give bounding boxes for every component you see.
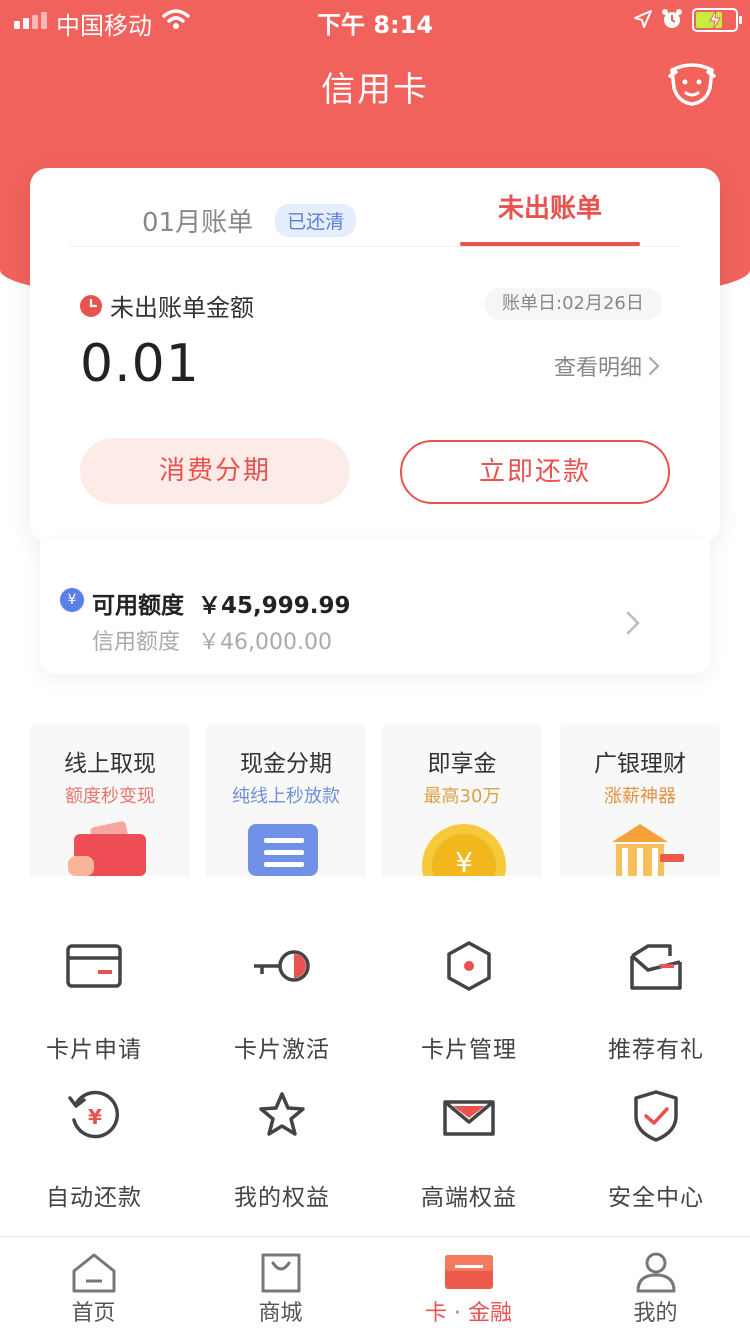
card-icon [66, 944, 122, 988]
chevron-right-icon [626, 611, 640, 635]
service-my-benefits[interactable]: 我的权益 [188, 1088, 376, 1218]
service-referral[interactable]: 推荐有礼 [562, 940, 750, 1070]
bank-icon [612, 824, 684, 876]
service-label: 推荐有礼 [608, 1037, 704, 1063]
view-detail-label: 查看明细 [554, 356, 643, 381]
unbilled-label-text: 未出账单金额 [110, 294, 254, 322]
bottom-tab-bar: 首页 商城 卡 · 金融 我的 [0, 1236, 750, 1334]
statement-date: 账单日:02月26日 [484, 288, 662, 320]
home-icon [72, 1253, 115, 1293]
tab-mall[interactable]: 商城 [187, 1237, 374, 1334]
promo-title: 即享金 [427, 751, 497, 777]
battery-icon [692, 8, 742, 32]
tab-label: 我的 [633, 1301, 678, 1326]
service-label: 卡片管理 [421, 1037, 517, 1063]
repay-now-button[interactable]: 立即还款 [400, 440, 670, 504]
tab-last-bill-label: 01月账单 [142, 207, 254, 238]
envelope-icon [443, 1100, 495, 1136]
service-label: 卡片申请 [46, 1037, 142, 1063]
promo-wealth-management[interactable]: 广银理财 涨薪神器 [560, 724, 720, 876]
hexagon-icon [447, 941, 491, 991]
status-bar: 中国移动 下午 8:14 [0, 0, 750, 40]
view-detail-link[interactable]: 查看明细 [554, 350, 660, 382]
service-security-center[interactable]: 安全中心 [562, 1088, 750, 1218]
tab-home[interactable]: 首页 [0, 1237, 187, 1334]
chevron-right-icon [648, 356, 660, 376]
promo-title: 线上取现 [64, 751, 156, 777]
svg-text:¥: ¥ [88, 1105, 102, 1129]
customer-service-icon[interactable] [666, 62, 718, 108]
alarm-icon [662, 9, 682, 28]
paid-badge: 已还清 [275, 203, 357, 237]
clock-icon [80, 294, 102, 317]
document-icon [248, 824, 318, 876]
promo-subtitle: 纯线上秒放款 [232, 786, 340, 807]
tab-divider [70, 246, 680, 247]
yen-icon: ¥ [60, 588, 84, 612]
promo-title: 现金分期 [240, 751, 332, 777]
service-card-apply[interactable]: 卡片申请 [0, 940, 188, 1070]
service-card-manage[interactable]: 卡片管理 [375, 940, 563, 1070]
key-icon [254, 950, 310, 982]
tab-unbilled[interactable]: 未出账单 [460, 192, 640, 248]
available-quota-label: 可用额度 [92, 593, 184, 619]
credit-limit-label: 信用额度 [92, 630, 181, 655]
promo-subtitle: 最高30万 [423, 786, 501, 807]
unbilled-amount: 0.01 [80, 334, 200, 394]
promo-title: 广银理财 [594, 751, 686, 777]
service-label: 高端权益 [421, 1185, 517, 1211]
shield-icon [634, 1090, 678, 1142]
service-label: 卡片激活 [234, 1037, 330, 1063]
promo-online-cash[interactable]: 线上取现 额度秒变现 [30, 724, 190, 876]
page-title: 信用卡 [321, 70, 429, 110]
installment-button[interactable]: 消费分期 [80, 438, 350, 504]
promo-subtitle: 额度秒变现 [65, 786, 155, 807]
credit-limit-value: ￥46,000.00 [198, 630, 332, 655]
shopping-bag-icon [261, 1253, 300, 1293]
tab-card-finance[interactable]: 卡 · 金融 [375, 1237, 562, 1334]
card-finance-icon [444, 1255, 493, 1289]
tab-label: 首页 [71, 1301, 116, 1326]
promo-cash-installment[interactable]: 现金分期 纯线上秒放款 [206, 724, 366, 876]
promo-subtitle: 涨薪神器 [604, 786, 676, 807]
svg-text:¥: ¥ [455, 846, 473, 876]
promo-instant-gold[interactable]: 即享金 最高30万 ¥ [382, 724, 542, 876]
service-label: 安全中心 [608, 1185, 704, 1211]
tab-mine[interactable]: 我的 [562, 1237, 749, 1334]
unbilled-amount-label: 未出账单金额 [80, 288, 254, 323]
location-icon [634, 10, 652, 28]
service-auto-repay[interactable]: ¥ 自动还款 [0, 1088, 188, 1218]
coin-icon: ¥ [422, 824, 506, 876]
gift-card-icon [630, 944, 682, 990]
tab-label: 商城 [258, 1301, 303, 1326]
tab-label: 卡 · 金融 [425, 1301, 512, 1326]
auto-repay-icon: ¥ [68, 1090, 120, 1139]
service-label: 我的权益 [234, 1185, 330, 1211]
credit-quota-card[interactable]: ¥ 可用额度 ￥45,999.99 信用额度 ￥46,000.00 [40, 540, 710, 674]
star-icon [259, 1092, 305, 1136]
wallet-icon [68, 821, 146, 876]
service-premium-benefits[interactable]: 高端权益 [375, 1088, 563, 1218]
bill-card: 01月账单 已还清 未出账单 未出账单金额 账单日:02月26日 0.01 查看… [30, 168, 720, 542]
service-label: 自动还款 [46, 1185, 142, 1211]
tab-last-bill[interactable]: 01月账单 已还清 [142, 192, 357, 248]
available-quota-value: ￥45,999.99 [198, 593, 351, 619]
user-icon [636, 1252, 675, 1293]
service-card-activate[interactable]: 卡片激活 [188, 940, 376, 1070]
